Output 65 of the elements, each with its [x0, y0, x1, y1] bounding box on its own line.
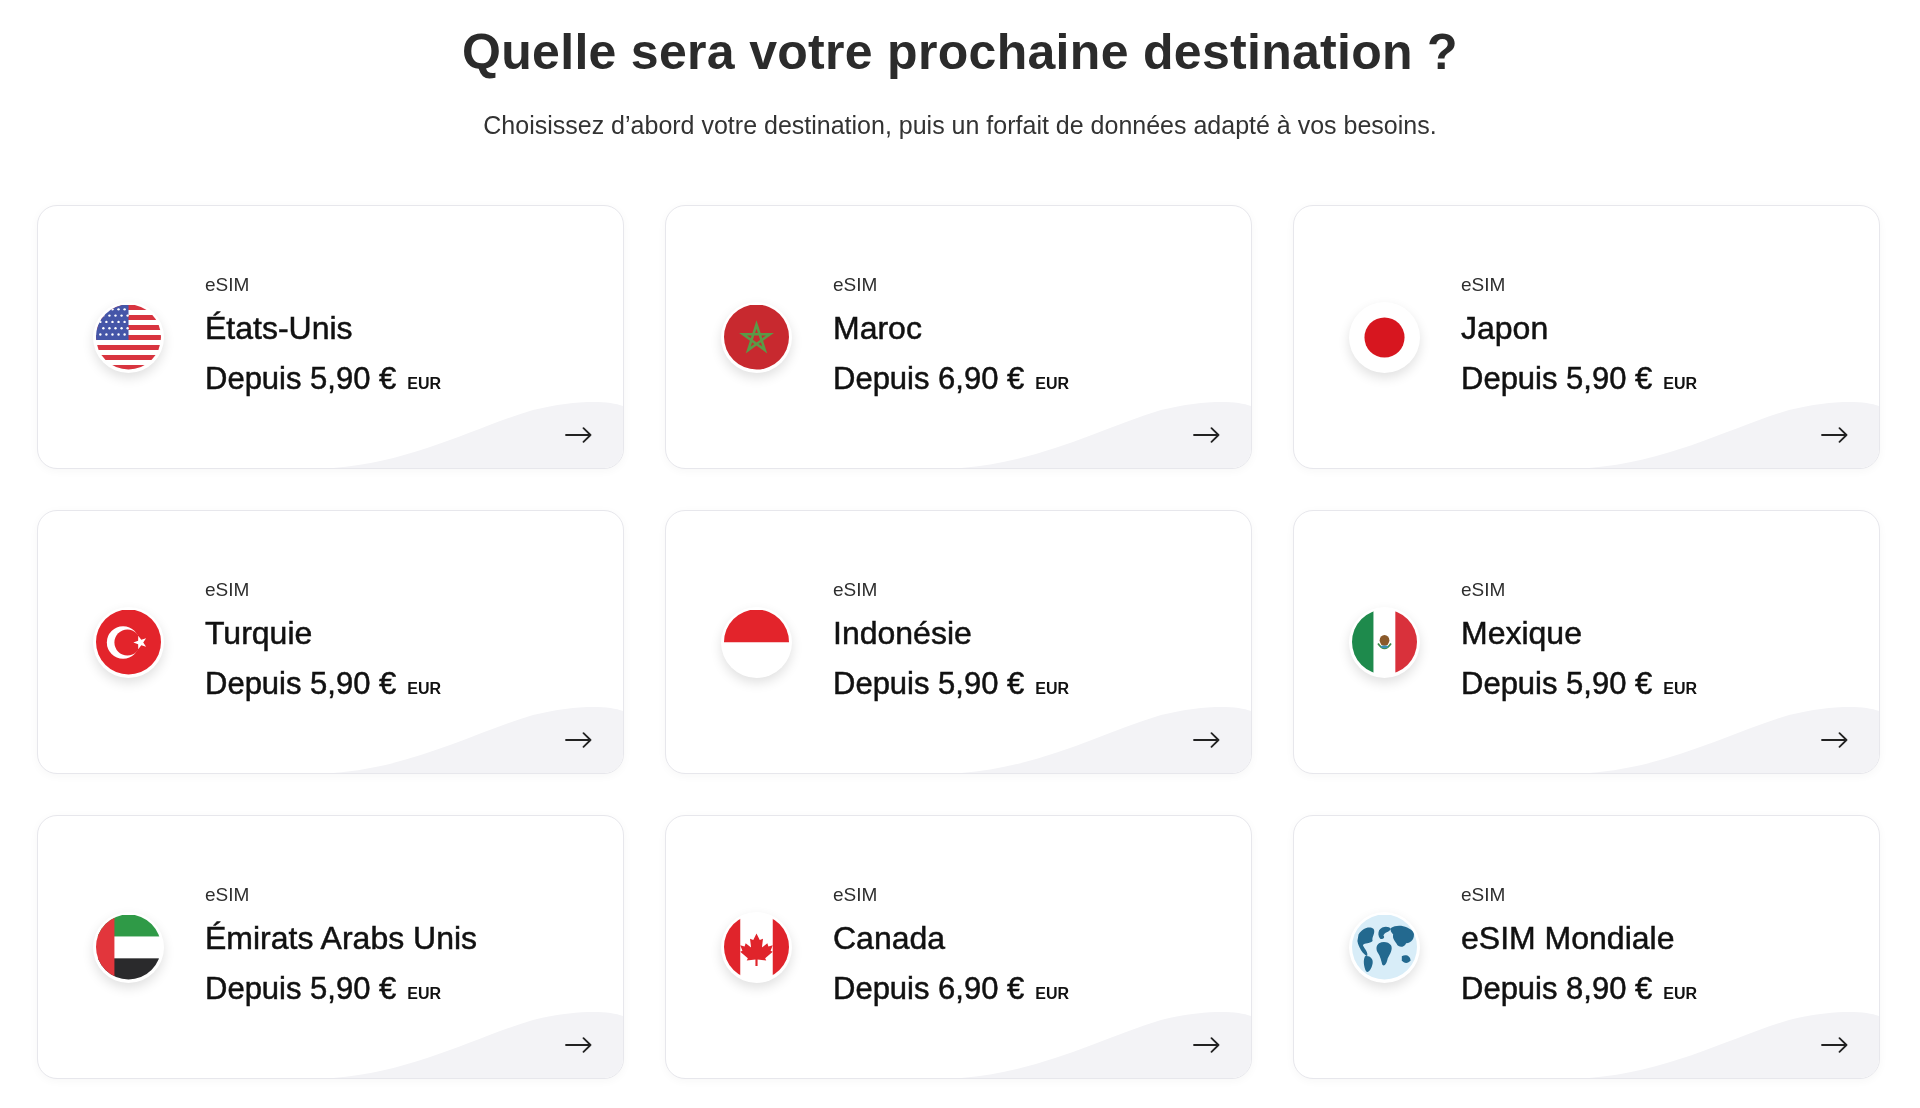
esim-label: eSIM — [205, 882, 250, 907]
price-text: Depuis 6,90 € — [833, 969, 1025, 1008]
arrow-right-icon — [1821, 427, 1848, 443]
arrow-right-icon — [565, 1037, 592, 1053]
esim-label: eSIM — [833, 882, 878, 907]
currency-code: EUR — [1035, 374, 1070, 393]
destination-name: Indonésie — [833, 613, 972, 653]
flag-icon — [1349, 301, 1420, 373]
currency-code: EUR — [407, 984, 442, 1003]
price-text: Depuis 5,90 € — [833, 664, 1025, 703]
currency-code: EUR — [407, 679, 442, 698]
arrow-right-icon — [1821, 1037, 1848, 1053]
esim-label: eSIM — [205, 577, 250, 602]
flag-icon — [93, 301, 164, 373]
destination-card[interactable]: eSIM Canada Depuis 6,90 € EUR — [665, 815, 1252, 1079]
page-title: Quelle sera votre prochaine destination ? — [462, 23, 1458, 82]
esim-label: eSIM — [833, 577, 878, 602]
flag-icon — [721, 911, 792, 983]
price-text: Depuis 5,90 € — [205, 969, 397, 1008]
esim-label: eSIM — [1461, 882, 1506, 907]
currency-code: EUR — [407, 374, 442, 393]
flag-icon — [93, 606, 164, 678]
destination-card[interactable]: eSIM Indonésie Depuis 5,90 € EUR — [665, 510, 1252, 774]
currency-code: EUR — [1035, 679, 1070, 698]
page-subtitle: Choisissez d’abord votre destination, puis un forfait de données adapté à vos besoins. — [483, 110, 1437, 141]
destination-card[interactable]: eSIM Maroc Depuis 6,90 € EUR — [665, 205, 1252, 469]
price-text: Depuis 5,90 € — [1461, 664, 1653, 703]
destination-card[interactable]: eSIM Turquie Depuis 5,90 € EUR — [37, 510, 624, 774]
price-text: Depuis 6,90 € — [833, 359, 1025, 398]
esim-label: eSIM — [1461, 272, 1506, 297]
flag-icon — [721, 301, 792, 373]
price-text: Depuis 5,90 € — [205, 664, 397, 703]
currency-code: EUR — [1663, 984, 1698, 1003]
destination-name: Émirats Arabs Unis — [205, 918, 478, 958]
arrow-right-icon — [1821, 732, 1848, 748]
destination-card[interactable]: eSIM eSIM Mondiale Depuis 8,90 € EUR — [1293, 815, 1880, 1079]
arrow-right-icon — [565, 427, 592, 443]
destination-name: États-Unis — [205, 308, 353, 348]
destination-name: Turquie — [205, 613, 313, 653]
esim-label: eSIM — [833, 272, 878, 297]
currency-code: EUR — [1663, 679, 1698, 698]
currency-code: EUR — [1035, 984, 1070, 1003]
destination-card[interactable]: eSIM Japon Depuis 5,90 € EUR — [1293, 205, 1880, 469]
flag-icon — [1349, 606, 1420, 678]
price-text: Depuis 5,90 € — [1461, 359, 1653, 398]
esim-label: eSIM — [205, 272, 250, 297]
destination-name: Canada — [833, 918, 946, 958]
destination-name: Japon — [1461, 308, 1549, 348]
arrow-right-icon — [1193, 1037, 1220, 1053]
destination-card[interactable]: eSIM Émirats Arabs Unis Depuis 5,90 € EUR — [37, 815, 624, 1079]
flag-icon — [93, 911, 164, 983]
arrow-right-icon — [1193, 732, 1220, 748]
destination-card[interactable]: eSIM Mexique Depuis 5,90 € EUR — [1293, 510, 1880, 774]
destination-name: eSIM Mondiale — [1461, 918, 1675, 958]
destination-name: Maroc — [833, 308, 922, 348]
destination-card[interactable]: eSIM États-Unis Depuis 5,90 € EUR — [37, 205, 624, 469]
arrow-right-icon — [565, 732, 592, 748]
price-text: Depuis 5,90 € — [205, 359, 397, 398]
flag-icon — [721, 606, 792, 678]
price-text: Depuis 8,90 € — [1461, 969, 1653, 1008]
currency-code: EUR — [1663, 374, 1698, 393]
globe-icon — [1349, 911, 1420, 983]
esim-label: eSIM — [1461, 577, 1506, 602]
destination-name: Mexique — [1461, 613, 1582, 653]
arrow-right-icon — [1193, 427, 1220, 443]
